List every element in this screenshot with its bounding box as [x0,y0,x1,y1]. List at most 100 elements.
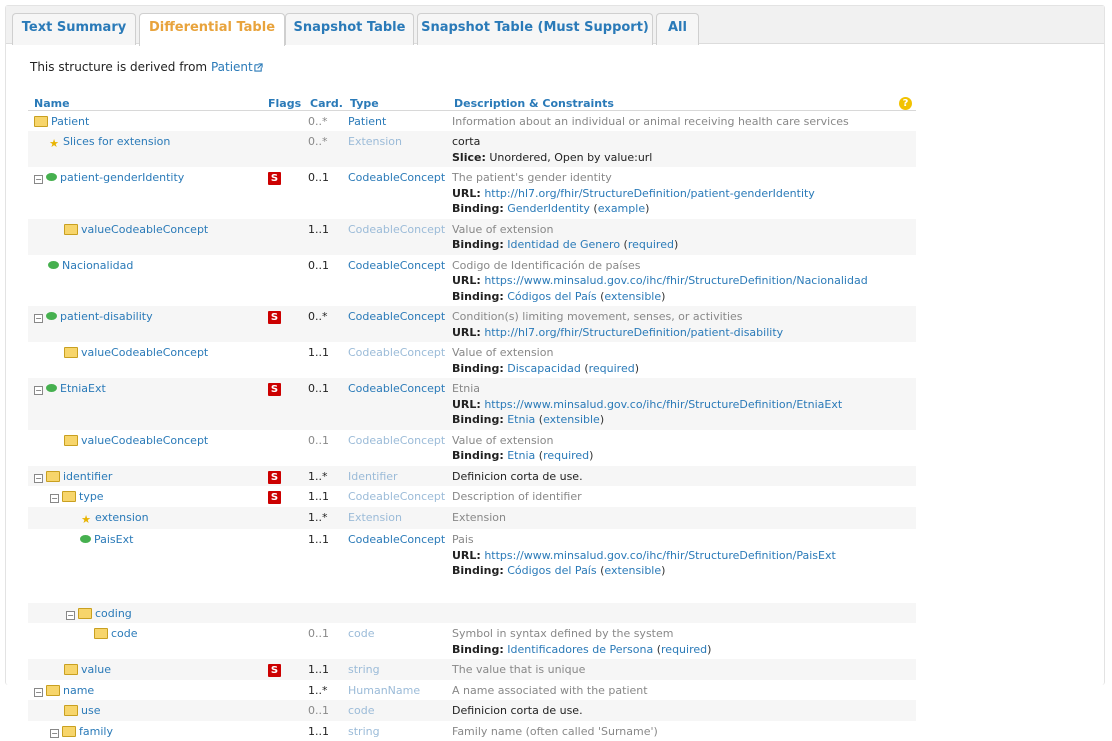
type-link[interactable]: string [344,659,448,680]
type-link[interactable]: Identifier [344,466,448,487]
collapse-toggle[interactable]: − [34,386,43,395]
element-name[interactable]: extension [95,511,149,524]
type-link[interactable]: CodeableConcept [344,255,448,307]
element-name[interactable]: Patient [51,115,89,128]
derived-from-link[interactable]: Patient [211,60,253,74]
card-cell: 1..* [304,507,344,530]
tab-all[interactable]: All [656,13,699,45]
derived-from-text: This structure is derived from Patient [30,60,263,74]
collapse-toggle[interactable]: − [34,688,43,697]
card-cell: 0..1 [304,430,344,466]
collapse-toggle[interactable]: − [34,314,43,323]
binding-strength-link[interactable]: required [661,643,707,656]
element-name[interactable]: code [111,627,138,640]
binding-strength-link[interactable]: extensible [543,413,600,426]
table-row: −type S 1..1 CodeableConcept Description… [28,486,916,507]
tab-text-summary[interactable]: Text Summary [12,13,136,45]
must-support-flag: S [268,383,281,396]
card-cell: 1..1 [304,486,344,507]
collapse-toggle[interactable]: − [50,729,59,738]
binding-link[interactable]: GenderIdentity [507,202,590,215]
element-name[interactable]: patient-genderIdentity [60,171,184,184]
collapse-toggle[interactable]: − [50,494,59,503]
binding-strength-link[interactable]: example [598,202,645,215]
card-cell: 0..* [304,306,344,342]
element-name[interactable]: type [79,490,104,503]
card-cell: 1..1 [304,529,344,581]
element-name[interactable]: valueCodeableConcept [81,223,208,236]
element-name[interactable]: Nacionalidad [62,259,133,272]
folder-icon [78,608,92,619]
binding-strength-link[interactable]: extensible [604,290,661,303]
card-cell: 1..* [304,680,344,701]
binding-link[interactable]: Identidad de Genero [507,238,620,251]
card-cell: 0..1 [304,255,344,307]
external-link-icon [254,63,263,72]
element-name[interactable]: Slices for extension [63,135,170,148]
must-support-flag: S [268,471,281,484]
card-cell: 1..1 [304,721,344,741]
element-name[interactable]: name [63,684,94,697]
tab-snapshot-table[interactable]: Snapshot Table [285,13,414,45]
element-name[interactable]: patient-disability [60,310,153,323]
url-link[interactable]: https://www.minsalud.gov.co/ihc/fhir/Str… [484,549,835,562]
element-name[interactable]: value [81,663,111,676]
url-link[interactable]: http://hl7.org/fhir/StructureDefinition/… [484,326,783,339]
description: EtniaURL: https://www.minsalud.gov.co/ih… [448,378,916,430]
binding-link[interactable]: Discapacidad [507,362,581,375]
type-link[interactable]: CodeableConcept [344,167,448,219]
url-link[interactable]: http://hl7.org/fhir/StructureDefinition/… [484,187,815,200]
tab-differential-table[interactable]: Differential Table [139,13,285,46]
table-row: use 0..1 code Definicion corta de use. [28,700,916,721]
element-name[interactable]: identifier [63,470,112,483]
type-link[interactable]: CodeableConcept [344,219,448,255]
type-link[interactable]: Extension [344,507,448,530]
type-link[interactable]: string [344,721,448,741]
type-link[interactable]: Patient [344,110,448,131]
binding-strength-link[interactable]: required [543,449,589,462]
table-row: PaisExt 1..1 CodeableConcept PaisURL: ht… [28,529,916,581]
card-cell: 1..* [304,466,344,487]
type-link[interactable]: CodeableConcept [344,306,448,342]
element-name[interactable]: PaisExt [94,533,133,546]
folder-icon [62,491,76,502]
folder-icon [64,347,78,358]
type-link[interactable]: Extension [344,131,448,167]
binding-strength-link[interactable]: extensible [604,564,661,577]
binding-link[interactable]: Identificadores de Persona [507,643,653,656]
binding-link[interactable]: Códigos del País [507,290,596,303]
binding-link[interactable]: Códigos del País [507,564,596,577]
element-name[interactable]: coding [95,607,132,620]
collapse-toggle[interactable]: − [66,611,75,620]
collapse-toggle[interactable]: − [34,175,43,184]
url-link[interactable]: https://www.minsalud.gov.co/ihc/fhir/Str… [484,398,842,411]
binding-link[interactable]: Etnia [507,449,535,462]
element-name[interactable]: valueCodeableConcept [81,434,208,447]
type-link[interactable]: CodeableConcept [344,486,448,507]
element-name[interactable]: valueCodeableConcept [81,346,208,359]
folder-icon [34,116,48,127]
type-link[interactable]: code [344,623,448,659]
binding-strength-link[interactable]: required [589,362,635,375]
collapse-toggle[interactable]: − [34,474,43,483]
must-support-flag: S [268,311,281,324]
binding-strength-link[interactable]: required [628,238,674,251]
type-link[interactable]: HumanName [344,680,448,701]
description: Value of extensionBinding: Identidad de … [448,219,916,255]
type-link[interactable]: CodeableConcept [344,430,448,466]
type-link[interactable]: CodeableConcept [344,378,448,430]
type-link[interactable]: CodeableConcept [344,529,448,581]
binding-link[interactable]: Etnia [507,413,535,426]
table-row: Nacionalidad 0..1 CodeableConcept Codigo… [28,255,916,307]
url-link[interactable]: https://www.minsalud.gov.co/ihc/fhir/Str… [484,274,867,287]
card-cell: 0..* [304,110,344,131]
description: Value of extensionBinding: Etnia (requir… [448,430,916,466]
type-link[interactable]: code [344,700,448,721]
tab-snapshot-must-support[interactable]: Snapshot Table (Must Support) [417,13,653,45]
help-icon[interactable]: ? [899,97,912,110]
element-name[interactable]: use [81,704,100,717]
table-row: − coding [28,603,916,624]
element-name[interactable]: EtniaExt [60,382,106,395]
element-name[interactable]: family [79,725,113,738]
type-link[interactable]: CodeableConcept [344,342,448,378]
